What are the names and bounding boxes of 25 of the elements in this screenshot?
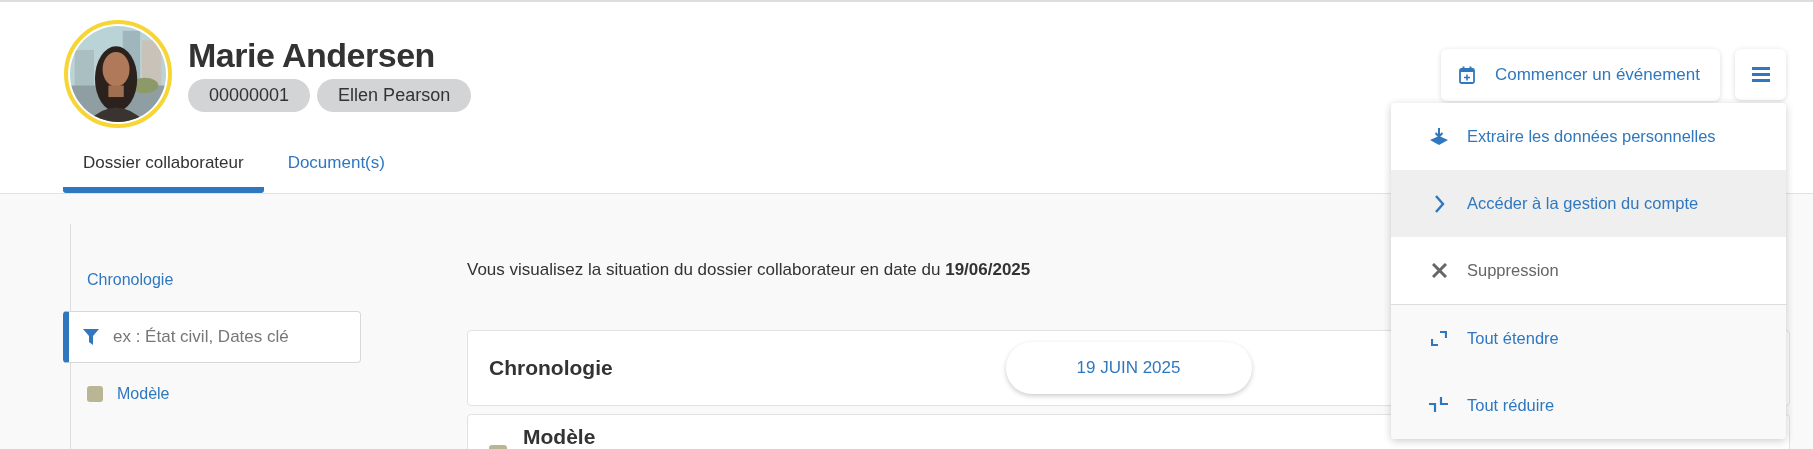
date-button[interactable]: 19 JUIN 2025 [1005, 342, 1252, 394]
menu-item[interactable]: Accéder à la gestion du compte [1391, 170, 1786, 237]
sidebar-link[interactable]: Modèle [117, 385, 170, 403]
menu-item[interactable]: Tout réduire [1391, 372, 1786, 439]
section-title: Modèle [523, 425, 596, 449]
menu-icon [1751, 67, 1770, 82]
expand-icon [1431, 330, 1447, 347]
tag: 00000001 [188, 79, 311, 112]
menu-item[interactable]: Extraire les données personnelles [1391, 103, 1786, 170]
menu-button[interactable] [1735, 49, 1786, 100]
download-tray-icon [1429, 127, 1449, 146]
filter-field[interactable]: ex : État civil, Dates clé [63, 311, 361, 363]
tab[interactable]: Document(s) [267, 153, 405, 193]
close-icon [1431, 263, 1447, 278]
start-event-button[interactable]: Commencer un événement [1440, 49, 1720, 101]
tag: Ellen Pearson [317, 79, 472, 112]
person-name: Marie Andersen [188, 36, 436, 75]
chevron-right-icon [1433, 194, 1445, 213]
menu-item[interactable]: Tout étendre [1391, 305, 1786, 372]
sidebar-link[interactable]: Chronologie [87, 271, 401, 289]
filter-icon [83, 329, 99, 345]
tab[interactable]: Dossier collaborateur [63, 153, 264, 193]
card-title: Chronologie [489, 356, 613, 380]
calendar-plus-icon [1458, 66, 1475, 84]
notice-text: Vous visualisez la situation du dossier collaborateur en date du 19/06/2025 [467, 260, 1031, 280]
